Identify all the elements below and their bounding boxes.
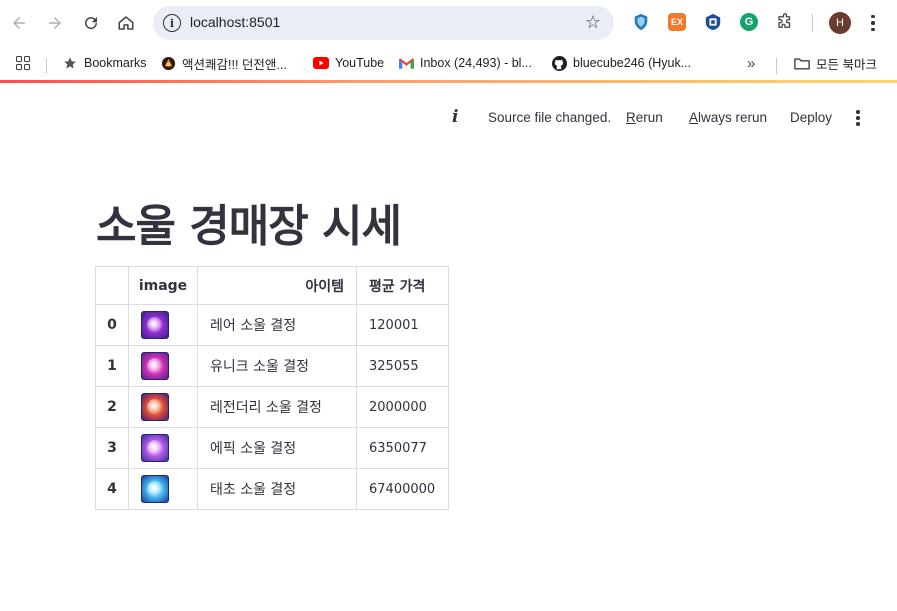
- index-column-header[interactable]: [95, 266, 129, 305]
- extension-ex-icon[interactable]: EX: [668, 13, 686, 31]
- all-bookmarks-folder[interactable]: 모든 북마크: [794, 53, 877, 73]
- row-index[interactable]: 2: [95, 386, 129, 428]
- page-title: 소울 경매장 시세: [96, 201, 402, 252]
- site-info-icon[interactable]: i: [163, 14, 181, 32]
- reload-icon[interactable]: [79, 11, 103, 35]
- item-name-cell[interactable]: 유니크 소울 결정: [197, 345, 357, 387]
- browser-menu-icon[interactable]: [866, 12, 880, 34]
- soul-crystal-image: [141, 352, 169, 380]
- apps-grid-icon[interactable]: [16, 53, 30, 73]
- price-cell[interactable]: 67400000: [356, 468, 449, 510]
- table-row: 1 유니크 소울 결정 325055: [95, 345, 449, 387]
- price-cell[interactable]: 2000000: [356, 386, 449, 428]
- bookmark-item-github[interactable]: bluecube246 (Hyuk...: [551, 53, 691, 73]
- price-cell[interactable]: 6350077: [356, 427, 449, 469]
- app-header: i Source file changed. Rerun Always reru…: [0, 83, 897, 143]
- table-row: 3 에픽 소울 결정 6350077: [95, 427, 449, 469]
- price-table: image 아이템 평균 가격 0 레어 소울 결정 120001 1 유니크 소울 결…: [95, 266, 449, 510]
- bookmarks-divider: [46, 58, 47, 74]
- row-index[interactable]: 3: [95, 427, 129, 469]
- soul-crystal-image: [141, 311, 169, 339]
- bookmark-item-bookmarks[interactable]: Bookmarks: [62, 53, 147, 73]
- item-name-cell[interactable]: 레어 소울 결정: [197, 304, 357, 346]
- item-image-cell[interactable]: [128, 304, 198, 346]
- profile-avatar[interactable]: H: [829, 12, 851, 34]
- back-arrow-icon[interactable]: [7, 11, 31, 35]
- bookmarks-overflow-button[interactable]: »: [747, 53, 755, 73]
- github-icon: [551, 55, 567, 71]
- price-column-header[interactable]: 평균 가격: [356, 266, 449, 305]
- source-changed-status: Source file changed.: [488, 110, 612, 125]
- soul-crystal-image: [141, 434, 169, 462]
- row-index[interactable]: 4: [95, 468, 129, 510]
- item-image-cell[interactable]: [128, 386, 198, 428]
- info-icon: i: [452, 107, 459, 127]
- always-rerun-button[interactable]: Always rerun: [689, 110, 767, 125]
- image-column-header[interactable]: image: [128, 266, 198, 305]
- item-column-header[interactable]: 아이템: [197, 266, 357, 305]
- bookmark-label: 액션쾌감!!! 던전앤...: [182, 57, 287, 72]
- item-image-cell[interactable]: [128, 345, 198, 387]
- extension-stack-icon[interactable]: [704, 13, 722, 31]
- home-icon[interactable]: [114, 11, 138, 35]
- bookmark-label: YouTube: [335, 56, 385, 70]
- toolbar-divider: [812, 14, 813, 32]
- grammarly-icon[interactable]: G: [740, 13, 758, 31]
- bookmarks-divider: [776, 58, 777, 74]
- table-row: 2 레전더리 소울 결정 2000000: [95, 386, 449, 428]
- extensions-puzzle-icon[interactable]: [776, 13, 794, 31]
- table-row: 4 태초 소울 결정 67400000: [95, 468, 449, 510]
- forward-arrow-icon[interactable]: [43, 11, 67, 35]
- gmail-icon: [398, 55, 414, 71]
- folder-label: 모든 북마크: [816, 57, 877, 72]
- bookmark-label: bluecube246 (Hyuk...: [573, 56, 692, 70]
- star-icon: [62, 55, 78, 71]
- folder-icon: [794, 55, 810, 71]
- youtube-icon: [313, 55, 329, 71]
- item-image-cell[interactable]: [128, 427, 198, 469]
- table-header-row: image 아이템 평균 가격: [95, 266, 449, 305]
- bookmark-item-dungeon[interactable]: 액션쾌감!!! 던전앤...: [160, 53, 287, 73]
- bookmark-star-icon[interactable]: ☆: [585, 12, 601, 33]
- soul-crystal-image: [141, 475, 169, 503]
- item-name-cell[interactable]: 에픽 소울 결정: [197, 427, 357, 469]
- item-name-cell[interactable]: 태초 소울 결정: [197, 468, 357, 510]
- table-row: 0 레어 소울 결정 120001: [95, 304, 449, 346]
- rerun-button[interactable]: Rerun: [626, 110, 663, 125]
- address-bar[interactable]: i localhost:8501 ☆: [153, 6, 614, 40]
- main-menu-icon[interactable]: [855, 110, 861, 126]
- bookmark-item-youtube[interactable]: YouTube: [313, 53, 384, 73]
- price-cell[interactable]: 120001: [356, 304, 449, 346]
- bookmark-item-inbox[interactable]: Inbox (24,493) - bl...: [398, 53, 532, 73]
- row-index[interactable]: 0: [95, 304, 129, 346]
- item-name-cell[interactable]: 레전더리 소울 결정: [197, 386, 357, 428]
- browser-toolbar: i localhost:8501 ☆ EX G H: [0, 0, 897, 46]
- row-index[interactable]: 1: [95, 345, 129, 387]
- price-cell[interactable]: 325055: [356, 345, 449, 387]
- bookmark-label: Bookmarks: [84, 56, 147, 70]
- vpn-shield-icon[interactable]: [632, 13, 650, 31]
- address-url[interactable]: localhost:8501: [190, 14, 280, 30]
- dungeon-favicon: [160, 55, 176, 71]
- bookmarks-bar: Bookmarks 액션쾌감!!! 던전앤... YouTube Inbox (…: [0, 46, 897, 80]
- deploy-button[interactable]: Deploy: [790, 110, 832, 125]
- soul-crystal-image: [141, 393, 169, 421]
- bookmark-label: Inbox (24,493) - bl...: [420, 56, 532, 70]
- item-image-cell[interactable]: [128, 468, 198, 510]
